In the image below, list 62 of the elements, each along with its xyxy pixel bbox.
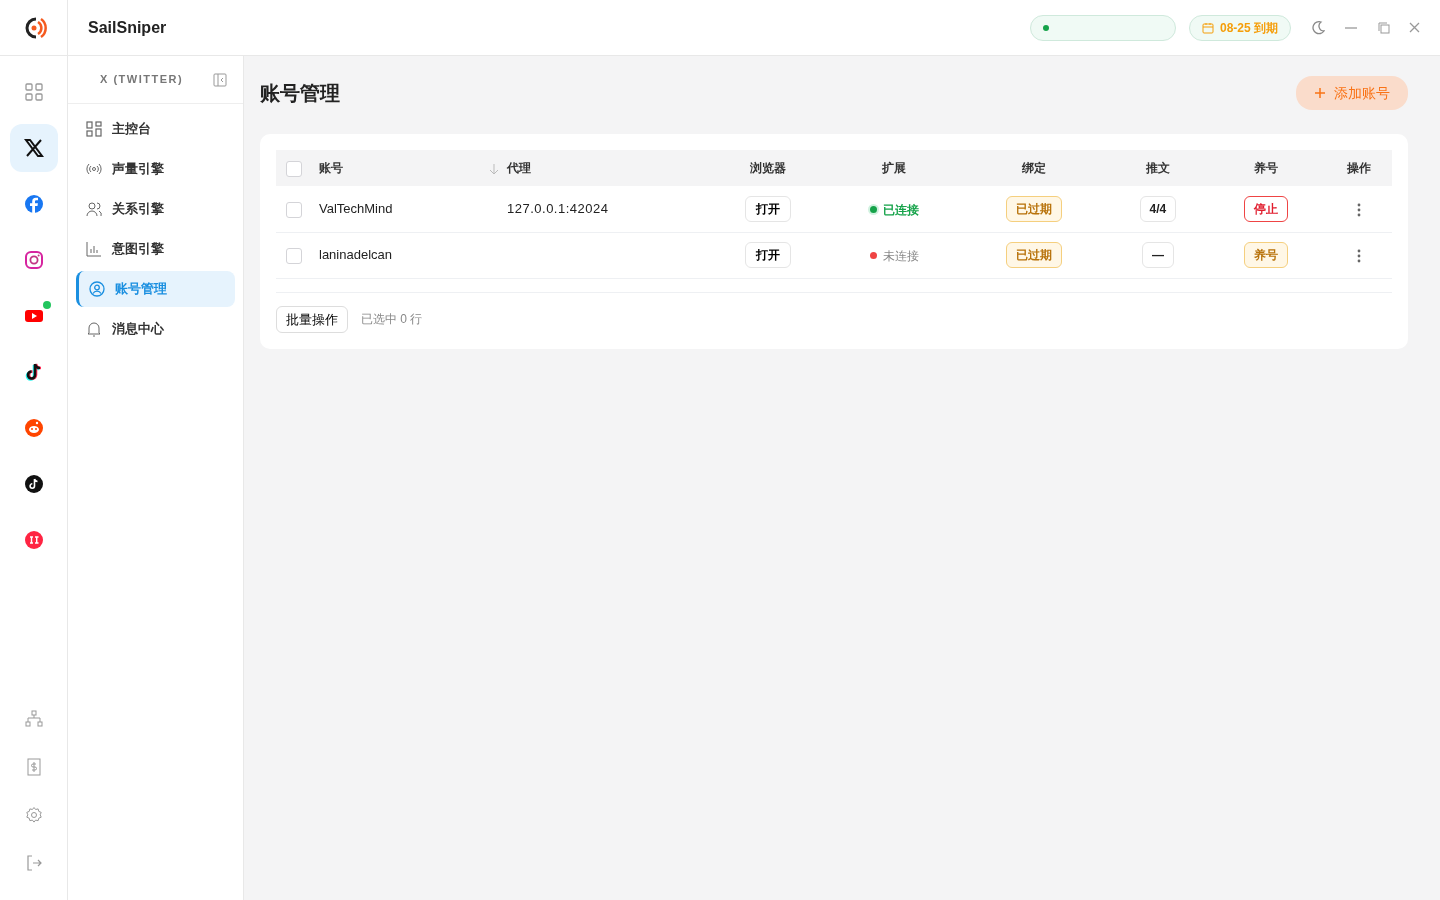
alien-icon [23, 418, 44, 438]
grid-icon [86, 120, 102, 137]
facebook-icon [23, 194, 44, 214]
connection-status: 未连接 [869, 246, 919, 265]
selection-count: 已选中 0 行 [361, 311, 423, 329]
section-title: X (TWITTER) [100, 72, 184, 88]
open-browser-button[interactable]: 打开 [744, 242, 791, 268]
column-header: 扩展 [829, 150, 960, 186]
sidebar-item[interactable]: 意图引擎 [76, 230, 235, 267]
column-header: 养号 [1207, 150, 1326, 186]
column-header: 浏览器 [706, 150, 829, 186]
note-icon [23, 474, 44, 494]
row-checkbox[interactable] [286, 201, 302, 218]
x-logo-icon [23, 138, 44, 158]
moon-icon[interactable] [1310, 20, 1325, 35]
app-name: SailSniper [88, 17, 167, 38]
column-header: 账号 [318, 150, 488, 186]
nurture-button[interactable]: 养号 [1244, 242, 1289, 268]
batch-action-button[interactable]: 批量操作 [276, 305, 348, 333]
sidebar-item[interactable]: 消息中心 [76, 310, 235, 347]
user-circle-icon [89, 280, 105, 297]
close-icon[interactable] [1409, 22, 1420, 33]
expiry-badge: 08-25 到期 [1188, 14, 1291, 41]
post-count: 4/4 [1139, 195, 1177, 222]
column-header: 推文 [1108, 150, 1208, 186]
open-browser-button[interactable]: 打开 [744, 195, 791, 222]
instagram-icon [23, 250, 44, 270]
table-cell: 127.0.0.1:42024 [507, 201, 609, 216]
connection-status: 已连接 [869, 200, 919, 219]
column-header: 代理 [506, 150, 706, 186]
page-title: 账号管理 [260, 81, 340, 106]
users-icon [86, 200, 102, 217]
minimize-icon[interactable] [1344, 26, 1358, 29]
collapse-icon[interactable] [213, 72, 227, 87]
sidebar-item[interactable]: 关系引擎 [76, 190, 235, 227]
column-header: 操作 [1325, 150, 1392, 186]
settings-icon [24, 806, 43, 824]
column-header: 绑定 [959, 150, 1109, 186]
more-icon[interactable] [1356, 202, 1361, 217]
note-icon [23, 362, 44, 382]
restore-icon[interactable] [1377, 21, 1390, 34]
plus-icon [1314, 87, 1326, 99]
logout-icon [24, 854, 43, 872]
grid-icon [23, 82, 44, 102]
platform-button[interactable] [9, 124, 58, 172]
sidebar-item[interactable]: 声量引擎 [76, 150, 235, 187]
status-badge: 已过期 [1006, 242, 1062, 268]
select-all-checkbox[interactable] [286, 160, 302, 177]
status-badge: 已过期 [1006, 195, 1062, 222]
bell-icon [86, 320, 102, 337]
dollar-icon [24, 758, 43, 776]
table-cell: ValTechMind [318, 186, 506, 232]
sidebar-item[interactable]: 主控台 [76, 110, 235, 147]
table-cell: laninadelcan [318, 232, 506, 278]
row-checkbox[interactable] [286, 247, 302, 264]
post-count: — [1141, 242, 1174, 268]
sort-arrow-icon[interactable] [489, 162, 499, 175]
hierarchy-icon [24, 710, 43, 728]
more-icon[interactable] [1356, 248, 1361, 263]
stop-button[interactable]: 停止 [1244, 195, 1289, 222]
bar-chart-icon [86, 240, 102, 257]
calendar-icon [1201, 21, 1214, 34]
